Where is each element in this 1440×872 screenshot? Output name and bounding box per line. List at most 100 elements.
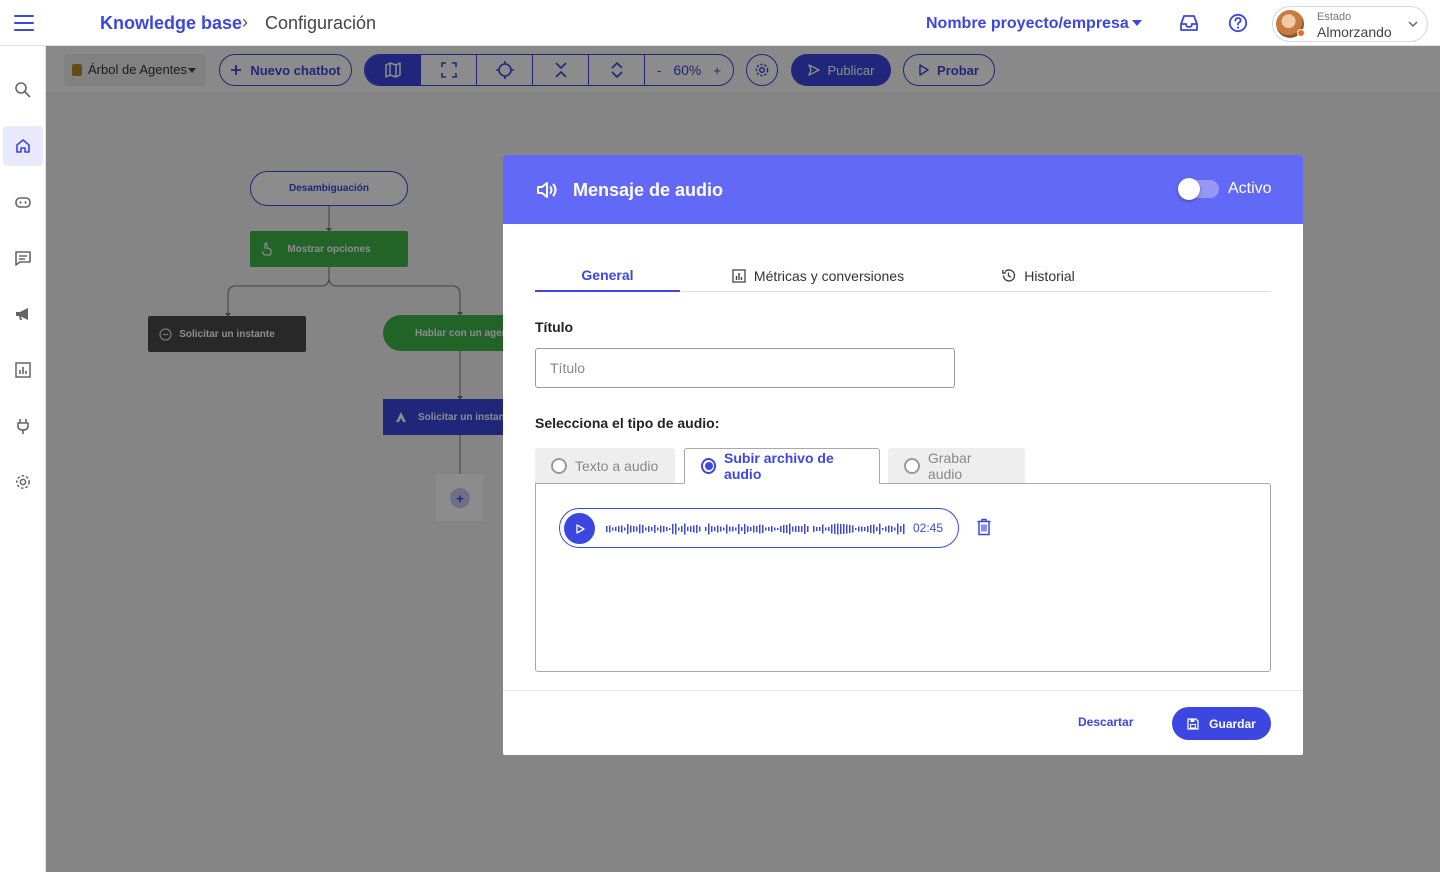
waveform-bar (855, 528, 857, 530)
waveform-bar (762, 525, 764, 533)
audio-panel: 02:45 (535, 483, 1271, 672)
status-selector[interactable]: Estado Almorzando (1272, 6, 1428, 42)
sidebar-item-campaigns[interactable] (3, 294, 43, 334)
bot-icon (15, 197, 31, 208)
sidebar-item-conversations[interactable] (3, 238, 43, 278)
chat-icon (15, 251, 31, 266)
waveform-bar (693, 525, 695, 533)
waveform-bar (783, 525, 785, 533)
megaphone-icon (16, 308, 28, 320)
waveform-bar (888, 525, 890, 533)
audio-type-label: Selecciona el tipo de audio: (535, 415, 720, 431)
waveform-bar (786, 525, 788, 533)
chart-icon (15, 362, 31, 378)
sidebar-item-bots[interactable] (3, 182, 43, 222)
waveform-bar (624, 527, 626, 531)
waveform-bar (831, 524, 833, 534)
save-button[interactable]: Guardar (1172, 707, 1271, 740)
waveform-bar (756, 526, 758, 532)
waveform-bar (651, 527, 653, 531)
waveform-bar (813, 526, 815, 532)
waveform-bar (639, 524, 641, 534)
speaker-icon (537, 182, 557, 198)
waveform-bar (882, 528, 884, 530)
inbox-icon[interactable] (1179, 13, 1199, 33)
waveform-bar (795, 526, 797, 532)
audio-type-upload-label: Subir archivo de audio (724, 450, 834, 482)
sidebar-item-search[interactable] (3, 70, 43, 110)
play-button[interactable] (564, 513, 595, 544)
tab-history[interactable]: Historial (997, 259, 1079, 292)
tab-label: Métricas y conversiones (753, 267, 905, 284)
audio-player: 02:45 (559, 508, 959, 548)
waveform-bar (861, 526, 863, 532)
waveform-bar (696, 525, 698, 533)
chevron-down-icon (1408, 21, 1418, 28)
tab-label: General (581, 266, 634, 283)
waveform-bar (804, 524, 806, 534)
waveform-bar (870, 525, 872, 533)
waveform-bar (873, 524, 875, 534)
waveform-bar (849, 525, 851, 533)
waveform-bar (663, 526, 665, 532)
active-toggle[interactable] (1178, 178, 1219, 200)
breadcrumb-root[interactable]: Knowledge base (100, 13, 242, 34)
audio-waveform[interactable] (604, 509, 908, 549)
waveform-bar (885, 526, 887, 532)
home-icon (16, 139, 30, 153)
modal-footer: Descartar Guardar (503, 690, 1303, 755)
sidebar-item-home[interactable] (3, 126, 43, 166)
waveform-bar (768, 527, 770, 531)
waveform-bar (750, 527, 752, 531)
project-selector[interactable]: Nombre proyecto/empresa (926, 15, 1129, 33)
waveform-bar (720, 526, 722, 532)
audio-type-record[interactable]: Grabar audio (888, 448, 1025, 484)
history-icon (1002, 269, 1016, 282)
status-value: Almorzando (1317, 24, 1392, 40)
menu-icon[interactable] (14, 15, 34, 31)
title-input[interactable] (535, 348, 955, 388)
waveform-bar (636, 526, 638, 532)
help-icon[interactable] (1228, 13, 1248, 33)
waveform-bar (714, 527, 716, 531)
audio-message-modal: Mensaje de audio Activo General Métricas… (503, 155, 1303, 755)
waveform-bar (792, 526, 794, 532)
waveform-bar (678, 527, 680, 531)
waveform-bar (744, 524, 746, 534)
tab-general[interactable]: General (535, 259, 680, 292)
play-icon (575, 523, 585, 534)
waveform-bar (738, 524, 740, 534)
waveform-bar (648, 526, 650, 532)
caret-down-icon[interactable] (1132, 20, 1142, 26)
waveform-bar (753, 525, 755, 533)
waveform-bar (717, 525, 719, 533)
tab-metrics[interactable]: Métricas y conversiones (725, 259, 911, 292)
sidebar-item-integrations[interactable] (3, 406, 43, 446)
radio-button-selected (701, 458, 717, 474)
waveform-bar (891, 526, 893, 532)
waveform-bar (642, 525, 644, 533)
waveform-bar (789, 523, 791, 535)
audio-type-upload[interactable]: Subir archivo de audio (684, 448, 880, 484)
waveform-bar (690, 526, 692, 532)
modal-title: Mensaje de audio (573, 180, 724, 200)
sidebar-item-reports[interactable] (3, 350, 43, 390)
top-bar: Knowledge base › Configuración Nombre pr… (0, 0, 1440, 46)
waveform-bar (609, 525, 611, 533)
waveform-bar (879, 523, 881, 535)
save-label: Guardar (1209, 716, 1256, 731)
waveform-bar (681, 526, 683, 532)
waveform-bar (708, 523, 710, 535)
waveform-bar (894, 527, 896, 531)
audio-type-tts[interactable]: Texto a audio (535, 448, 675, 484)
bar-chart-icon (732, 268, 746, 283)
waveform-bar (774, 527, 776, 531)
trash-icon[interactable] (976, 518, 992, 536)
status-label: Estado (1317, 11, 1352, 23)
waveform-bar (684, 523, 686, 535)
discard-button[interactable]: Descartar (1078, 715, 1133, 729)
sidebar-item-settings[interactable] (3, 462, 43, 502)
waveform-bar (645, 527, 647, 531)
waveform-bar (705, 527, 707, 531)
waveform-bar (903, 524, 905, 534)
